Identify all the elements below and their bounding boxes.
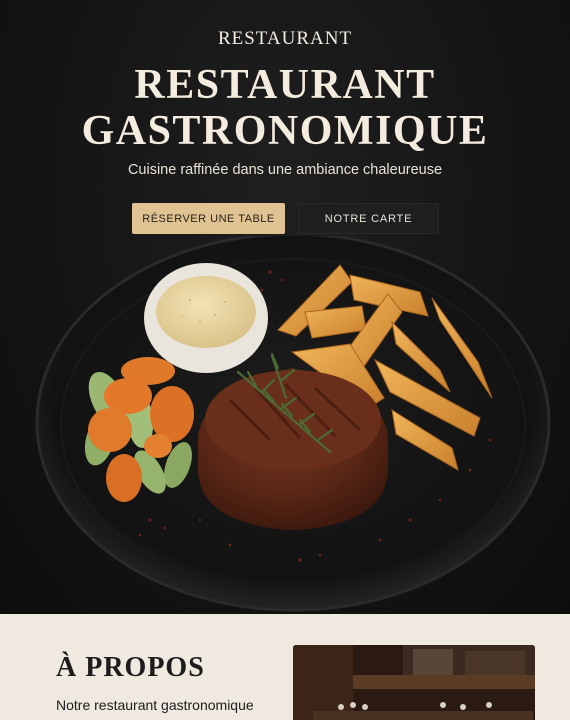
reserve-table-button[interactable]: RÉSERVER UNE TABLE bbox=[132, 203, 285, 234]
restaurant-interior-image bbox=[293, 645, 535, 720]
hero-title-line1: RESTAURANT bbox=[134, 62, 436, 108]
hero-subtitle: Cuisine raffinée dans une ambiance chale… bbox=[127, 162, 443, 178]
hero-title-line2: GASTRONOMIQUE bbox=[81, 108, 489, 154]
about-title: À PROPOS bbox=[56, 652, 205, 683]
hero-title: RESTAURANT GASTRONOMIQUE bbox=[0, 62, 570, 154]
hero-section: RESTAURANT RESTAURANT GASTRONOMIQUE Cuis… bbox=[0, 0, 570, 614]
brand-logo[interactable]: RESTAURANT bbox=[0, 28, 570, 50]
dish-image bbox=[35, 236, 551, 612]
about-section: À PROPOS Notre restaurant gastronomique bbox=[0, 614, 570, 720]
about-text: Notre restaurant gastronomique bbox=[56, 697, 254, 713]
menu-button[interactable]: NOTRE CARTE bbox=[298, 203, 439, 234]
